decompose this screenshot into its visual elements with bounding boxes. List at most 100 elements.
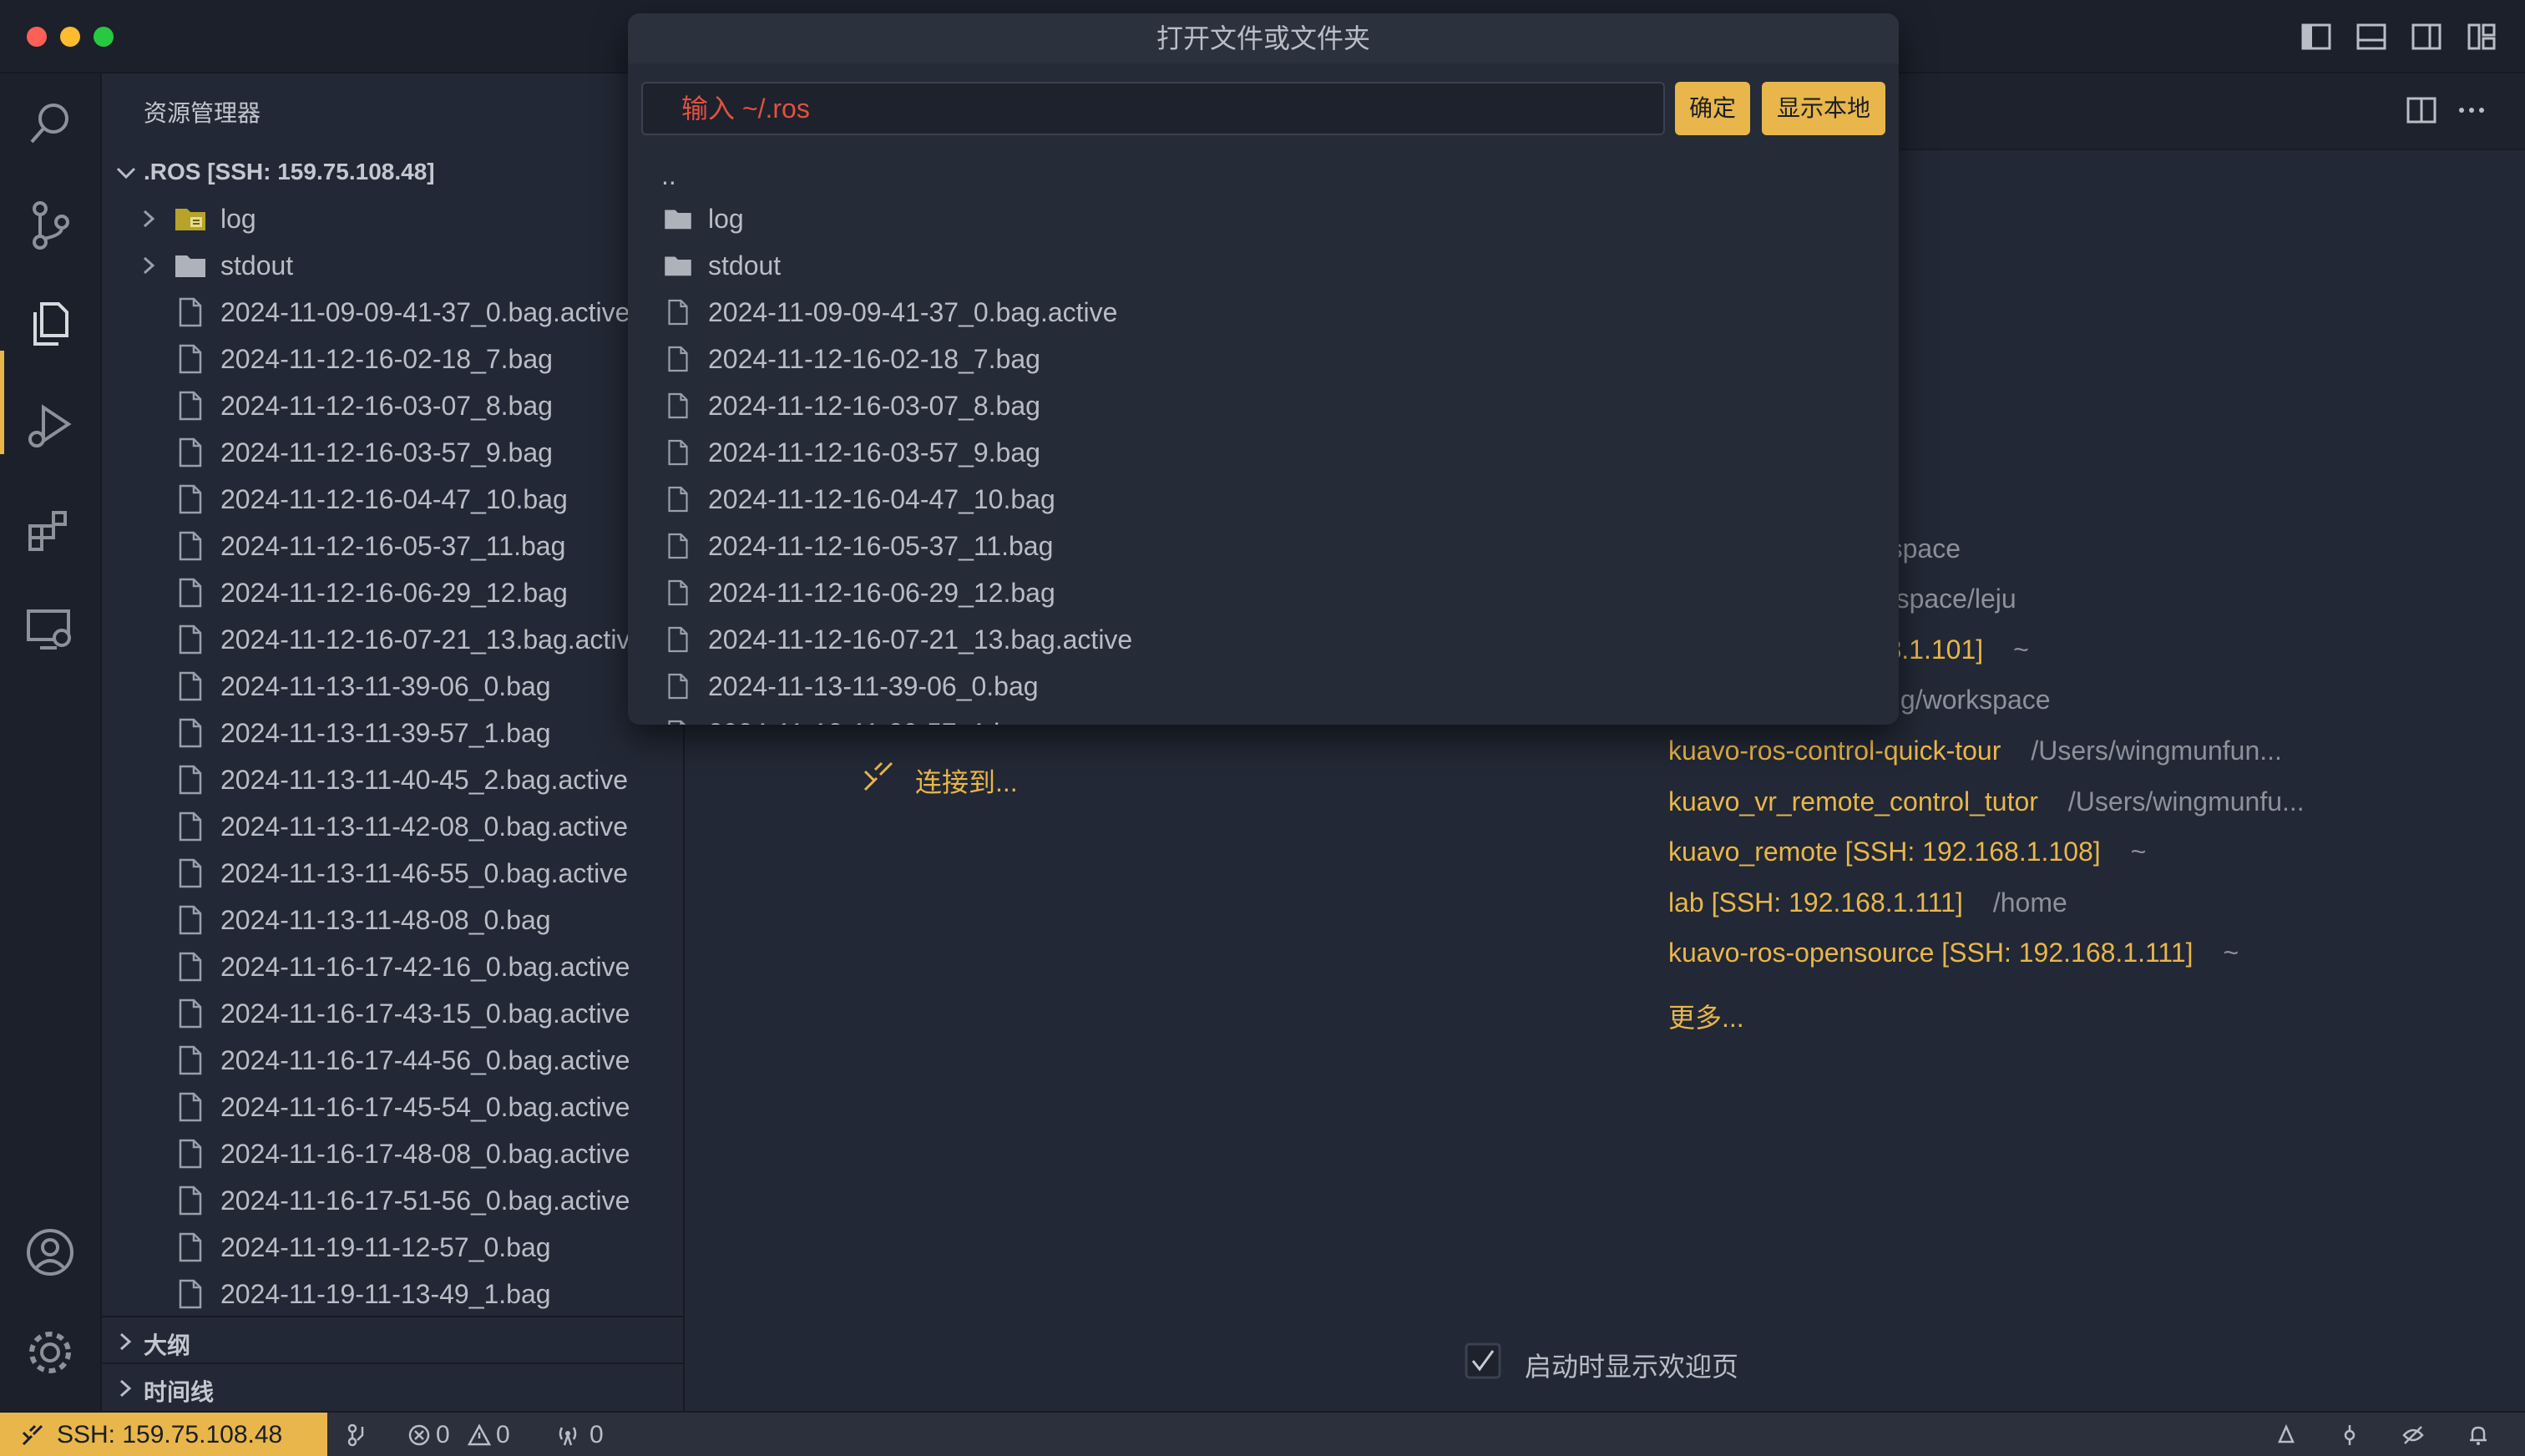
run-debug-icon[interactable] — [23, 399, 77, 452]
tree-file-item[interactable]: 2024-11-12-16-07-21_13.bag.active — [102, 616, 683, 663]
dialog-file-item[interactable]: 2024-11-13-11-39-06_0.bag — [628, 663, 1899, 710]
remote-explorer-icon[interactable] — [23, 603, 77, 656]
explorer-root-folder[interactable]: .ROS [SSH: 159.75.108.48] — [102, 154, 683, 190]
chevron-right-icon — [119, 1379, 132, 1398]
tree-file-item[interactable]: 2024-11-12-16-05-37_11.bag — [102, 523, 683, 569]
dialog-file-item[interactable]: 2024-11-12-16-06-29_12.bag — [628, 569, 1899, 616]
parent-directory-item[interactable]: .. — [628, 149, 1899, 195]
folder-icon — [665, 210, 691, 230]
dialog-file-label: 2024-11-12-16-02-18_7.bag — [708, 344, 1040, 374]
tree-file-item[interactable]: 2024-11-13-11-46-55_0.bag.active — [102, 850, 683, 897]
timeline-section[interactable]: 时间线 — [102, 1362, 683, 1409]
git-commit-icon[interactable] — [2338, 1423, 2361, 1447]
show-welcome-on-startup[interactable]: 启动时显示欢迎页 — [1465, 1342, 1815, 1382]
chevron-right-icon — [143, 256, 155, 275]
explorer-icon[interactable] — [23, 297, 77, 351]
customize-layout-icon[interactable] — [2465, 20, 2498, 53]
tree-file-item[interactable]: 2024-11-16-17-42-16_0.bag.active — [102, 943, 683, 990]
log-folder-icon — [175, 209, 205, 230]
dialog-folder-item[interactable]: stdout — [628, 242, 1899, 289]
dialog-file-item[interactable]: 2024-11-12-16-03-07_8.bag — [628, 382, 1899, 429]
broadcast-off-icon[interactable] — [2401, 1423, 2425, 1447]
tree-folder-item[interactable]: stdout — [102, 242, 683, 289]
account-icon[interactable] — [23, 1226, 77, 1279]
file-icon — [179, 1279, 202, 1309]
tree-file-item[interactable]: 2024-11-09-09-41-37_0.bag.active — [102, 289, 683, 336]
extensions-icon[interactable] — [23, 501, 77, 554]
tree-file-item[interactable]: 2024-11-13-11-39-06_0.bag — [102, 663, 683, 710]
outline-section[interactable]: 大纲 — [102, 1316, 683, 1362]
toggle-panel-icon[interactable] — [2355, 20, 2388, 53]
toggle-primary-sidebar-icon[interactable] — [2300, 20, 2333, 53]
tree-file-label: 2024-11-13-11-46-55_0.bag.active — [220, 858, 629, 888]
source-control-status-icon[interactable] — [346, 1423, 369, 1447]
file-icon — [668, 346, 688, 372]
tree-file-item[interactable]: 2024-11-16-17-51-56_0.bag.active — [102, 1177, 683, 1224]
tree-file-label: 2024-11-16-17-43-15_0.bag.active — [220, 998, 630, 1029]
dialog-file-item[interactable]: 2024-11-12-16-03-57_9.bag — [628, 429, 1899, 476]
dialog-file-item[interactable]: 2024-11-13-11-39-57_1.bag — [628, 710, 1899, 725]
recent-item[interactable]: kuavo-ros-opensource [SSH: 192.168.1.111… — [1668, 938, 2239, 968]
recent-item[interactable]: kuavo_vr_remote_control_tutor/Users/wing… — [1668, 786, 2305, 817]
tree-file-item[interactable]: 2024-11-13-11-40-45_2.bag.active — [102, 756, 683, 803]
recent-item[interactable]: lab [SSH: 192.168.1.111] /home — [1668, 887, 2067, 918]
maximize-window-button[interactable] — [94, 27, 114, 47]
dialog-file-item[interactable]: 2024-11-12-16-04-47_10.bag — [628, 476, 1899, 523]
more-recent-link[interactable]: 更多... — [1668, 997, 1744, 1035]
tree-file-label: 2024-11-16-17-42-16_0.bag.active — [220, 952, 630, 982]
warning-icon — [468, 1423, 491, 1446]
tree-folder-item[interactable]: log — [102, 195, 683, 242]
close-window-button[interactable] — [27, 27, 47, 47]
activity-bar — [0, 73, 102, 1411]
dialog-file-item[interactable]: 2024-11-09-09-41-37_0.bag.active — [628, 289, 1899, 336]
notifications-bell-icon[interactable] — [2467, 1423, 2490, 1447]
file-icon — [668, 720, 686, 725]
connect-to-link[interactable]: 连接到... — [860, 756, 1127, 800]
dialog-file-item[interactable]: 2024-11-12-16-07-21_13.bag.active — [628, 616, 1899, 663]
dialog-file-label: 2024-11-12-16-07-21_13.bag.active — [708, 624, 1133, 655]
settings-gear-icon[interactable] — [23, 1326, 77, 1379]
search-icon[interactable] — [23, 97, 77, 150]
copilot-icon[interactable] — [2275, 1423, 2298, 1447]
recent-item-name: kuavo_vr_remote_control_tutor — [1668, 786, 2038, 816]
connect-to-label: 连接到... — [915, 767, 1018, 797]
split-editor-icon[interactable] — [2405, 94, 2438, 127]
path-input[interactable]: 输入 ~/.ros — [641, 82, 1665, 135]
tree-file-item[interactable]: 2024-11-12-16-03-57_9.bag — [102, 429, 683, 476]
show-local-button[interactable]: 显示本地 — [1762, 82, 1885, 135]
recent-item[interactable]: kuavo_remote [SSH: 192.168.1.108] ~ — [1668, 837, 2146, 867]
tree-file-item[interactable]: 2024-11-13-11-39-57_1.bag — [102, 710, 683, 756]
tree-file-item[interactable]: 2024-11-12-16-03-07_8.bag — [102, 382, 683, 429]
dialog-file-item[interactable]: 2024-11-12-16-02-18_7.bag — [628, 336, 1899, 382]
file-icon — [179, 858, 202, 888]
error-count: 0 — [436, 1421, 450, 1448]
tree-file-item[interactable]: 2024-11-16-17-44-56_0.bag.active — [102, 1037, 683, 1084]
minimize-window-button[interactable] — [60, 27, 80, 47]
problems-indicator[interactable]: 0 0 — [407, 1413, 524, 1456]
file-icon — [668, 392, 688, 419]
file-icon — [179, 484, 202, 514]
tree-file-item[interactable]: 2024-11-19-11-13-49_1.bag — [102, 1271, 683, 1317]
tree-file-item[interactable]: 2024-11-19-11-12-57_0.bag — [102, 1224, 683, 1271]
more-actions-icon[interactable] — [2455, 94, 2488, 127]
ok-button[interactable]: 确定 — [1675, 82, 1750, 135]
tree-file-item[interactable]: 2024-11-12-16-06-29_12.bag — [102, 569, 683, 616]
source-control-icon[interactable] — [23, 199, 77, 252]
tree-file-item[interactable]: 2024-11-12-16-02-18_7.bag — [102, 336, 683, 382]
tree-file-item[interactable]: 2024-11-16-17-43-15_0.bag.active — [102, 990, 683, 1037]
tree-file-item[interactable]: 2024-11-16-17-48-08_0.bag.active — [102, 1130, 683, 1177]
ports-indicator[interactable]: 0 — [556, 1413, 615, 1456]
recent-item[interactable]: kuavo-ros-control-quick-tour/Users/wingm… — [1668, 736, 2282, 766]
tree-file-item[interactable]: 2024-11-13-11-48-08_0.bag — [102, 897, 683, 943]
tree-file-item[interactable]: 2024-11-12-16-04-47_10.bag — [102, 476, 683, 523]
dialog-folder-item[interactable]: log — [628, 195, 1899, 242]
tree-file-item[interactable]: 2024-11-16-17-45-54_0.bag.active — [102, 1084, 683, 1130]
checkbox-checked-icon[interactable] — [1465, 1342, 1501, 1379]
dialog-file-item[interactable]: 2024-11-12-16-05-37_11.bag — [628, 523, 1899, 569]
explorer-sidebar: 资源管理器 .ROS [SSH: 159.75.108.48] log stdou… — [102, 73, 685, 1411]
tree-file-item[interactable]: 2024-11-13-11-42-08_0.bag.active — [102, 803, 683, 850]
tree-file-label: 2024-11-12-16-03-57_9.bag — [220, 437, 553, 468]
toggle-secondary-sidebar-icon[interactable] — [2410, 20, 2443, 53]
remote-indicator[interactable]: SSH: 159.75.108.48 — [0, 1413, 327, 1456]
parent-directory-label: .. — [661, 160, 676, 190]
